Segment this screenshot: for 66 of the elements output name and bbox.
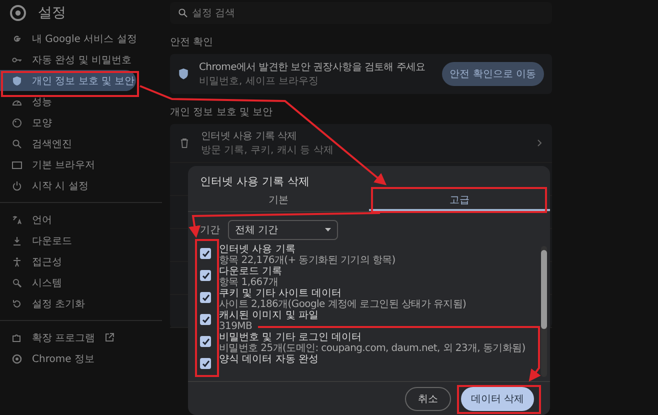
dialog-title: 인터넷 사용 기록 삭제	[199, 174, 310, 190]
row-title: 인터넷 사용 기록 삭제	[201, 130, 298, 143]
trash-icon	[180, 138, 189, 148]
option-description: 비밀번호 25개(도메인: coupang.com, daum.net, 외 23개, 동기화됨)	[219, 343, 526, 354]
row-subtitle: 방문 기록, 쿠키, 캐시 등 삭제	[201, 144, 334, 157]
search-icon	[12, 138, 22, 148]
option-description: 사이트 2,186개(Google 계정에 로그인된 상태가 유지됨)	[219, 299, 466, 310]
checkbox[interactable]	[200, 358, 211, 369]
sidebar-item[interactable]: 시작 시 설정	[0, 175, 136, 196]
checkbox[interactable]	[200, 292, 211, 303]
shield-icon	[12, 76, 22, 86]
delete-data-button[interactable]: 데이터 삭제	[460, 387, 534, 411]
sidebar-item[interactable]: 확장 프로그램	[0, 327, 136, 348]
search-field[interactable]: 설정 검색	[170, 2, 552, 24]
tab[interactable]: 기본	[188, 191, 369, 211]
palette-icon	[12, 118, 22, 128]
option-title: 양식 데이터 자동 완성	[219, 354, 319, 365]
window-title: 설정	[38, 4, 66, 22]
option-title: 인터넷 사용 기록	[219, 244, 296, 255]
settings-row[interactable]: 인터넷 사용 기록 삭제 방문 기록, 쿠키, 캐시 등 삭제	[170, 124, 552, 163]
sidebar-item[interactable]: 검색엔진	[0, 133, 136, 154]
option-title: 캐시된 이미지 및 파일	[219, 310, 319, 321]
scrollbar[interactable]	[541, 246, 547, 377]
tab[interactable]: 고급	[369, 191, 550, 211]
sidebar-item[interactable]: 접근성	[0, 251, 136, 272]
sidebar-item[interactable]: 언어	[0, 209, 136, 230]
shield-icon	[178, 68, 189, 80]
sidebar-item[interactable]: 성능	[0, 91, 136, 112]
puzzle-icon	[12, 332, 22, 342]
option-title: 쿠키 및 기타 사이트 데이터	[219, 288, 343, 299]
option-title: 다운로드 기록	[219, 266, 282, 277]
cancel-button[interactable]: 취소	[404, 387, 451, 411]
period-dropdown[interactable]: 전체 기간	[228, 220, 338, 240]
lang-icon	[12, 214, 22, 224]
sidebar-item[interactable]: 다운로드	[0, 230, 136, 251]
period-label: 기간	[200, 224, 220, 237]
option-description: 항목 1,667개	[219, 277, 280, 288]
checkbox[interactable]	[200, 336, 211, 347]
g-icon	[12, 34, 22, 44]
key-icon	[12, 54, 22, 64]
browser-icon	[12, 160, 22, 170]
section-heading: 안전 확인	[170, 36, 214, 49]
option-title: 비밀번호 및 기타 로그인 데이터	[219, 332, 363, 343]
sidebar-item[interactable]: 자동 완성 및 비밀번호	[0, 49, 136, 70]
sidebar-item[interactable]: Chrome 정보	[0, 348, 136, 369]
checkbox[interactable]	[200, 248, 211, 259]
section-heading: 개인 정보 보호 및 보안	[170, 106, 274, 119]
card-subtitle: 비밀번호, 세이프 브라우징	[199, 75, 320, 88]
checkbox[interactable]	[200, 270, 211, 281]
reset-icon	[12, 298, 22, 308]
safety-check-button[interactable]: 안전 확인으로 이동	[442, 62, 544, 86]
sidebar-item[interactable]: 내 Google 서비스 설정	[0, 28, 136, 49]
power-icon	[12, 180, 22, 190]
sidebar-item[interactable]: 모양	[0, 112, 136, 133]
sidebar-item[interactable]: 시스템	[0, 272, 136, 293]
option-description: 항목 22,176개(+ 동기화된 기기의 항목)	[219, 255, 396, 266]
search-icon	[178, 8, 188, 18]
card-title: Chrome에서 발견한 보안 권장사항을 검토해 주세요	[199, 61, 426, 74]
sidebar-item[interactable]: 설정 초기화	[0, 293, 136, 314]
caret-icon	[325, 228, 331, 232]
access-icon	[12, 256, 22, 266]
checkbox[interactable]	[200, 314, 211, 325]
chevron-icon	[537, 139, 542, 147]
download-icon	[12, 236, 22, 246]
option-description: 319MB	[219, 321, 254, 332]
sidebar-item[interactable]: 기본 브라우저	[0, 154, 136, 175]
